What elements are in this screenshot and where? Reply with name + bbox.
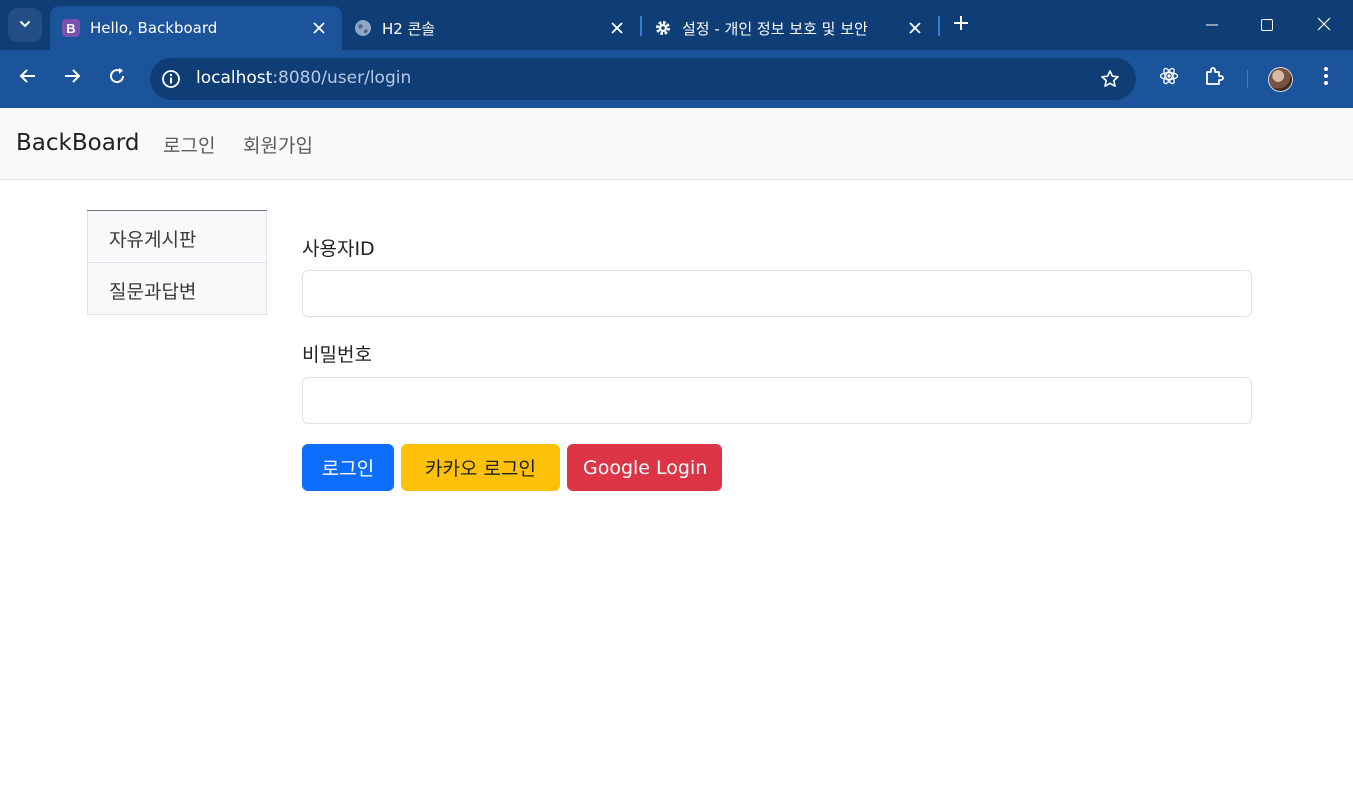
reload-button[interactable] xyxy=(101,62,133,94)
star-icon[interactable] xyxy=(1098,67,1122,91)
password-label: 비밀번호 xyxy=(302,344,372,366)
browser-tab-backboard[interactable]: B Hello, Backboard xyxy=(50,6,342,50)
sidebar-item-free-board[interactable]: 자유게시판 xyxy=(87,211,267,263)
google-login-button[interactable]: Google Login xyxy=(567,444,722,491)
url-host: localhost xyxy=(196,68,273,88)
back-button[interactable] xyxy=(12,62,44,94)
minimize-icon xyxy=(1206,16,1218,35)
globe-icon xyxy=(354,19,372,37)
plus-icon xyxy=(953,15,969,35)
close-tab-icon[interactable] xyxy=(308,17,330,39)
react-atom-icon xyxy=(1159,66,1179,90)
sidebar: 자유게시판 질문과답변 xyxy=(87,210,267,315)
maximize-button[interactable] xyxy=(1250,8,1284,42)
bootstrap-favicon-icon: B xyxy=(62,19,80,37)
new-tab-button[interactable] xyxy=(948,12,974,38)
browser-menu-button[interactable] xyxy=(1310,62,1342,94)
browser-tab-bar: B Hello, Backboard H2 콘솔 설정 - 개인 정보 보호 및… xyxy=(0,0,1353,50)
toolbar-divider xyxy=(1247,70,1248,88)
reload-icon xyxy=(108,67,126,89)
arrow-left-icon xyxy=(19,67,37,89)
gear-icon xyxy=(654,19,672,37)
close-tab-icon[interactable] xyxy=(904,17,926,39)
extensions-button[interactable] xyxy=(1198,62,1230,94)
close-icon xyxy=(1317,16,1331,35)
maximize-icon xyxy=(1261,16,1273,35)
forward-button[interactable] xyxy=(56,62,88,94)
tab-search-button[interactable] xyxy=(8,8,42,42)
nav-link-login[interactable]: 로그인 xyxy=(163,131,215,158)
site-navbar: BackBoard 로그인 회원가입 xyxy=(0,108,1353,180)
react-devtools-extension[interactable] xyxy=(1153,62,1185,94)
kebab-menu-icon xyxy=(1323,66,1329,90)
puzzle-icon xyxy=(1204,66,1224,90)
url-path: :8080/user/login xyxy=(272,68,412,88)
browser-tab-settings[interactable]: 설정 - 개인 정보 보호 및 보안 xyxy=(642,6,938,50)
profile-avatar[interactable] xyxy=(1268,67,1293,92)
url-text[interactable]: localhost:8080/user/login xyxy=(196,68,411,88)
browser-tab-h2-console[interactable]: H2 콘솔 xyxy=(342,6,640,50)
browser-toolbar: localhost:8080/user/login xyxy=(0,50,1353,108)
tab-divider xyxy=(938,16,940,36)
brand-link[interactable]: BackBoard xyxy=(16,130,139,156)
close-window-button[interactable] xyxy=(1307,8,1341,42)
minimize-button[interactable] xyxy=(1195,8,1229,42)
chevron-down-icon xyxy=(18,16,32,35)
username-input[interactable] xyxy=(302,270,1252,317)
close-tab-icon[interactable] xyxy=(606,17,628,39)
tab-title: 설정 - 개인 정보 보호 및 보안 xyxy=(682,19,868,38)
nav-link-signup[interactable]: 회원가입 xyxy=(243,131,313,158)
kakao-login-button[interactable]: 카카오 로그인 xyxy=(401,444,560,491)
info-icon[interactable] xyxy=(158,66,184,92)
tab-title: H2 콘솔 xyxy=(382,19,436,38)
address-bar[interactable]: localhost:8080/user/login xyxy=(150,58,1136,100)
password-input[interactable] xyxy=(302,377,1252,424)
tab-title: Hello, Backboard xyxy=(90,19,218,37)
sidebar-item-qna[interactable]: 질문과답변 xyxy=(87,263,267,315)
favicon-letter: B xyxy=(66,21,75,36)
username-label: 사용자ID xyxy=(302,238,375,260)
login-button[interactable]: 로그인 xyxy=(302,444,394,491)
arrow-right-icon xyxy=(63,67,81,89)
